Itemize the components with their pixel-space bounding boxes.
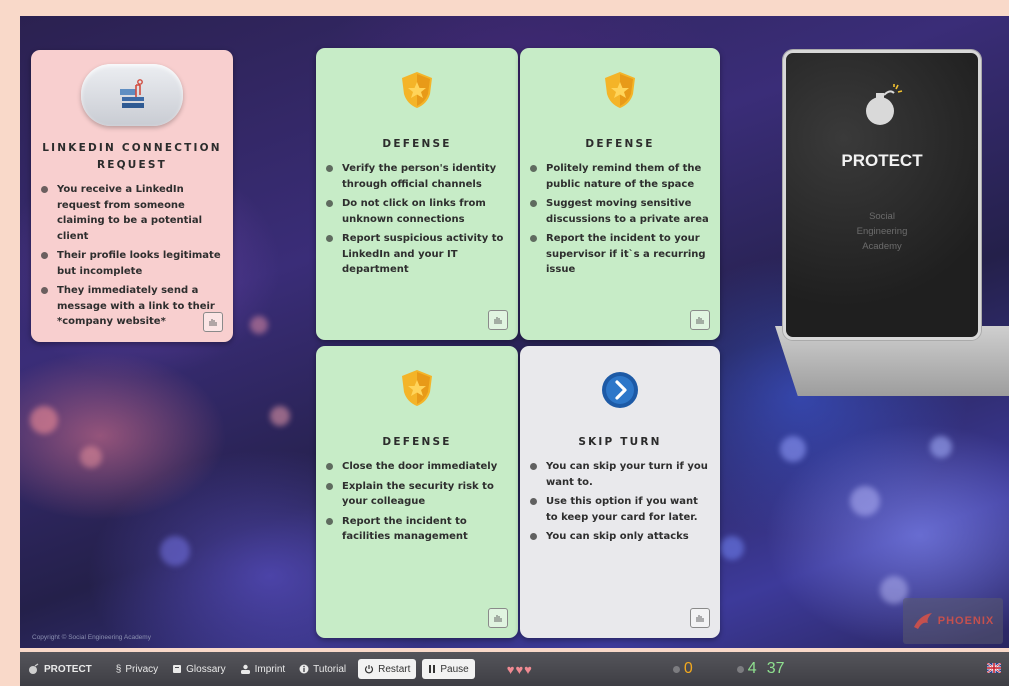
restart-button[interactable]: Restart: [358, 659, 417, 679]
brand-label: PROTECT: [44, 663, 92, 675]
play-card-button[interactable]: [488, 608, 508, 628]
bokeh-light: [930, 436, 952, 458]
list-item: Report the incident to your supervisor i…: [530, 231, 710, 278]
book-icon: [173, 665, 182, 673]
phoenix-logo: PHOENIX: [903, 598, 1003, 644]
play-card-button[interactable]: [203, 312, 223, 332]
pause-button[interactable]: Pause: [422, 659, 475, 679]
list-item: Report the incident to facilities manage…: [326, 514, 508, 545]
list-item: Their profile looks legitimate but incom…: [41, 248, 223, 279]
bokeh-light: [780, 436, 806, 462]
score-value: 0: [683, 660, 693, 677]
list-item: Use this option if you want to keep your…: [530, 494, 710, 525]
pause-icon: [429, 665, 436, 673]
counter-dot-icon: [736, 665, 744, 673]
list-item: You can skip your turn if you want to.: [530, 459, 710, 490]
pause-label: Pause: [440, 663, 469, 675]
restart-label: Restart: [378, 663, 411, 675]
uk-flag-icon[interactable]: [987, 663, 1001, 673]
copyright-text: Copyright © Social Engineering Academy: [32, 634, 151, 641]
phoenix-bird-icon: [913, 613, 932, 629]
imprint-label: Imprint: [254, 663, 286, 675]
glossary-label: Glossary: [186, 663, 226, 675]
shield-star-icon: [402, 370, 432, 406]
glossary-link[interactable]: Glossary: [172, 663, 226, 675]
people-icon: [240, 664, 250, 674]
hand-play-icon: [696, 317, 704, 324]
skip-turn-card[interactable]: SKIP TURN You can skip your turn if you …: [520, 346, 720, 638]
list-item: Politely remind them of the public natur…: [530, 161, 710, 192]
deck-subtitle-line: Social: [869, 211, 895, 222]
deck-title: PROTECT: [841, 151, 923, 170]
lives-hearts: ♥♥♥: [506, 661, 533, 677]
tutorial-link[interactable]: Tutorial: [299, 664, 346, 675]
card-title: LINKEDIN CONNECTION REQUEST: [42, 142, 222, 171]
play-card-button[interactable]: [488, 310, 508, 330]
list-item: Verify the person's identity through off…: [326, 161, 508, 192]
deck-subtitle-line: Engineering: [856, 226, 908, 237]
hand-play-icon: [494, 317, 502, 324]
hand-play-icon: [209, 319, 217, 326]
skip-arrow-icon: [602, 372, 638, 408]
card-title: DEFENSE: [585, 138, 655, 150]
power-icon: [365, 665, 374, 674]
attack-card[interactable]: LINKEDIN CONNECTION REQUEST You receive …: [31, 50, 233, 342]
card-title: DEFENSE: [382, 138, 452, 150]
bokeh-light: [250, 316, 268, 334]
tutorial-label: Tutorial: [313, 663, 347, 675]
score-dot-icon: [672, 665, 680, 673]
draw-deck[interactable]: PROTECT Social Engineering Academy: [783, 50, 981, 340]
list-item: You can skip only attacks: [530, 529, 710, 545]
list-item: Close the door immediately: [326, 459, 508, 475]
bomb-icon: [29, 663, 39, 674]
list-item: Suggest moving sensitive discussions to …: [530, 196, 710, 227]
counter-display: 4 37: [736, 660, 785, 678]
defense-card-2[interactable]: DEFENSE Politely remind them of the publ…: [520, 48, 720, 340]
card-bullets: Close the door immediately Explain the s…: [326, 459, 508, 545]
bokeh-light: [850, 486, 880, 516]
list-item: They immediately send a message with a l…: [41, 283, 223, 330]
imprint-link[interactable]: Imprint: [240, 663, 286, 675]
bokeh-light: [80, 446, 102, 468]
logo-text: PHOENIX: [937, 615, 995, 627]
defense-card-3[interactable]: DEFENSE Close the door immediately Expla…: [316, 346, 518, 638]
shield-star-icon: [605, 72, 635, 108]
privacy-link[interactable]: § Privacy: [116, 664, 158, 675]
info-icon: [299, 664, 309, 674]
brand-link[interactable]: PROTECT: [28, 663, 92, 675]
bokeh-light: [270, 406, 290, 426]
deck-subtitle-line: Academy: [862, 241, 902, 252]
score-display: 0: [672, 660, 693, 678]
card-bullets: Verify the person's identity through off…: [326, 161, 508, 278]
linkedin-connection-icon: [81, 64, 183, 126]
timer-value: 37: [766, 660, 785, 677]
hand-play-icon: [696, 615, 704, 622]
list-item: Explain the security risk to your collea…: [326, 479, 508, 510]
bokeh-light: [30, 406, 58, 434]
bokeh-light: [720, 536, 744, 560]
shield-star-icon: [402, 72, 432, 108]
list-item: You receive a LinkedIn request from some…: [41, 182, 223, 244]
bokeh-light: [160, 536, 190, 566]
card-bullets: You receive a LinkedIn request from some…: [41, 182, 223, 330]
hand-play-icon: [494, 615, 502, 622]
bomb-icon: [866, 84, 903, 125]
section-icon: §: [115, 663, 122, 675]
bottom-toolbar: PROTECT § Privacy Glossary Imprint Tutor…: [20, 652, 1009, 686]
cards-left-value: 4: [747, 660, 757, 677]
game-board: LINKEDIN CONNECTION REQUEST You receive …: [20, 16, 1009, 648]
list-item: Do not click on links from unknown conne…: [326, 196, 508, 227]
card-title: DEFENSE: [382, 436, 452, 448]
deck-subtitle: Social Engineering Academy: [786, 209, 978, 254]
play-card-button[interactable]: [690, 608, 710, 628]
list-item: Report suspicious activity to LinkedIn a…: [326, 231, 508, 278]
card-bullets: You can skip your turn if you want to. U…: [530, 459, 710, 545]
privacy-label: Privacy: [125, 663, 159, 675]
play-card-button[interactable]: [690, 310, 710, 330]
card-bullets: Politely remind them of the public natur…: [530, 161, 710, 278]
defense-card-1[interactable]: DEFENSE Verify the person's identity thr…: [316, 48, 518, 340]
card-title: SKIP TURN: [578, 436, 662, 448]
